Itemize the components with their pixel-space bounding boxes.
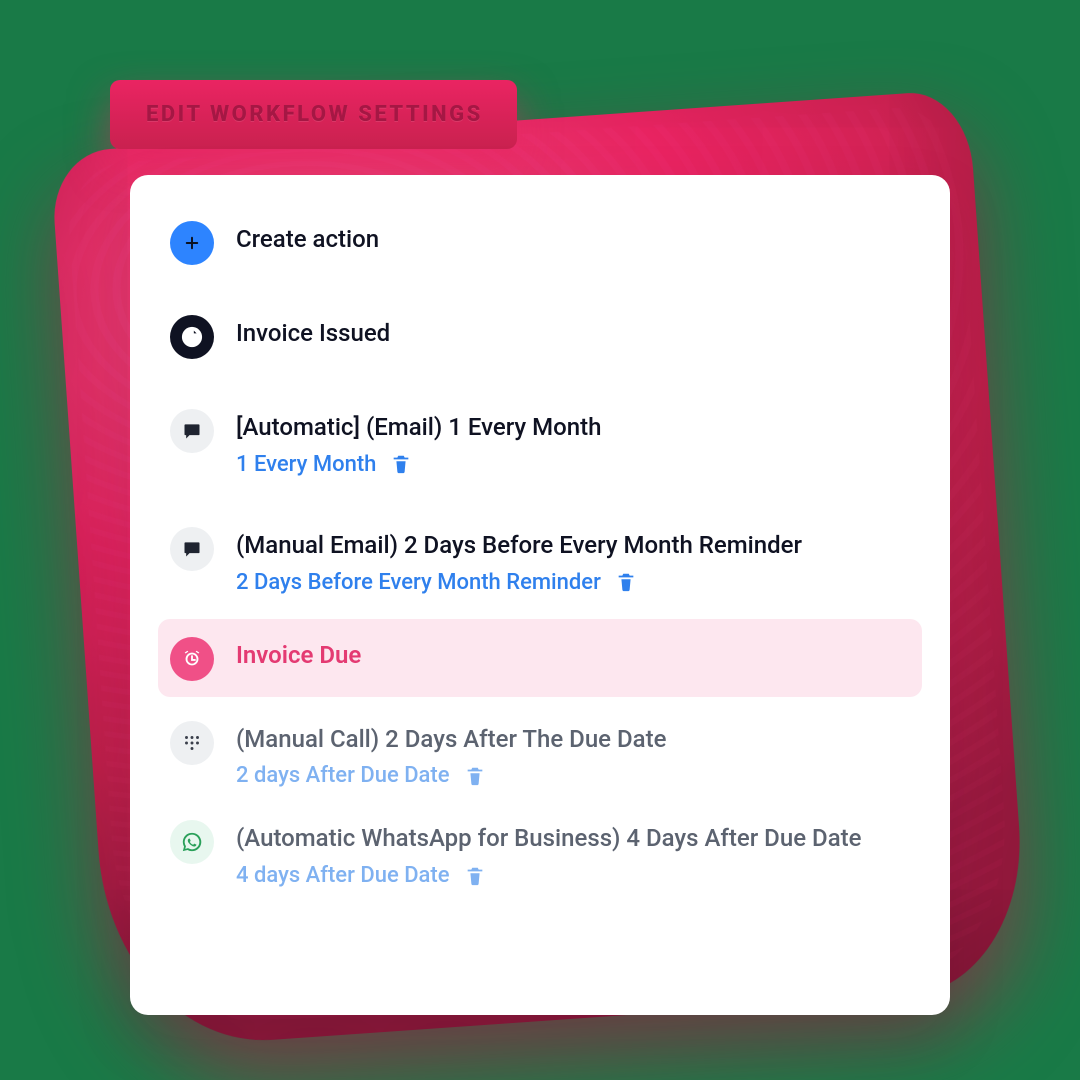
workflow-card: Create action Invoice Issued bbox=[130, 175, 950, 1015]
manual-call-schedule-link[interactable]: 2 days After Due Date bbox=[236, 763, 450, 788]
automatic-email-row[interactable]: [Automatic] (Email) 1 Every Month 1 Ever… bbox=[158, 393, 922, 493]
invoice-issued-row[interactable]: Invoice Issued bbox=[158, 299, 922, 375]
manual-email-schedule-link[interactable]: 2 Days Before Every Month Reminder bbox=[236, 570, 601, 595]
whatsapp-title: (Automatic WhatsApp for Business) 4 Days… bbox=[236, 824, 922, 853]
message-icon bbox=[170, 409, 214, 453]
create-action-label: Create action bbox=[236, 225, 922, 254]
delete-icon[interactable] bbox=[615, 571, 637, 593]
automatic-email-title: [Automatic] (Email) 1 Every Month bbox=[236, 413, 922, 442]
alarm-icon bbox=[170, 637, 214, 681]
message-icon bbox=[170, 527, 214, 571]
create-action-row[interactable]: Create action bbox=[158, 205, 922, 281]
plus-icon bbox=[170, 221, 214, 265]
delete-icon[interactable] bbox=[390, 453, 412, 475]
delete-icon[interactable] bbox=[464, 765, 486, 787]
cta-label: EDIT WORKFLOW SETTINGS bbox=[146, 102, 483, 127]
whatsapp-icon bbox=[170, 820, 214, 864]
invoice-due-row[interactable]: Invoice Due bbox=[158, 619, 922, 697]
manual-call-row[interactable]: (Manual Call) 2 Days After The Due Date … bbox=[158, 705, 922, 805]
keypad-icon bbox=[170, 721, 214, 765]
invoice-issued-label: Invoice Issued bbox=[236, 319, 922, 348]
manual-email-title: (Manual Email) 2 Days Before Every Month… bbox=[236, 531, 922, 560]
invoice-due-label: Invoice Due bbox=[236, 641, 910, 670]
edit-workflow-settings-button[interactable]: EDIT WORKFLOW SETTINGS bbox=[110, 80, 517, 149]
manual-email-row[interactable]: (Manual Email) 2 Days Before Every Month… bbox=[158, 511, 922, 611]
manual-call-title: (Manual Call) 2 Days After The Due Date bbox=[236, 725, 922, 754]
whatsapp-schedule-link[interactable]: 4 days After Due Date bbox=[236, 863, 450, 888]
delete-icon[interactable] bbox=[464, 865, 486, 887]
automatic-email-schedule-link[interactable]: 1 Every Month bbox=[236, 452, 376, 477]
document-icon bbox=[170, 315, 214, 359]
whatsapp-row[interactable]: (Automatic WhatsApp for Business) 4 Days… bbox=[158, 804, 922, 904]
